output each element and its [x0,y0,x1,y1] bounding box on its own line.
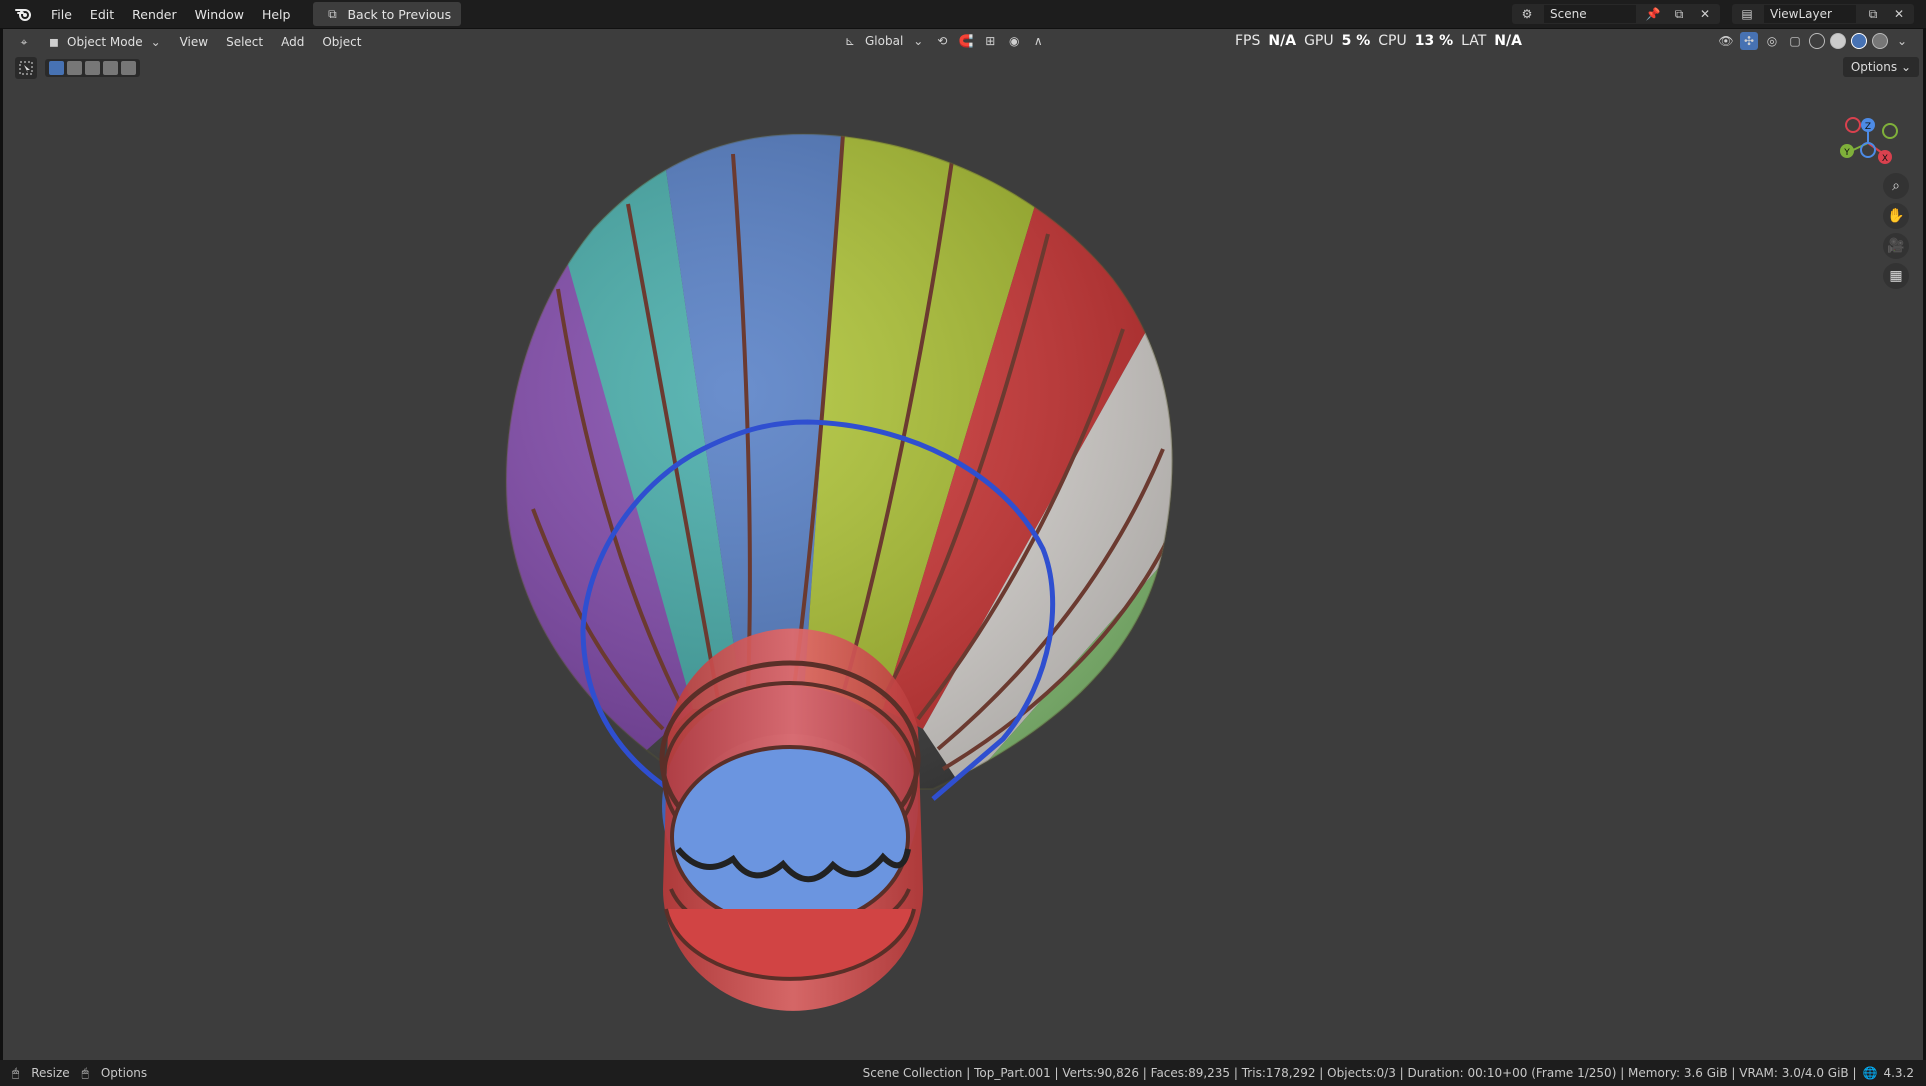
viewport-header: ⌖ ◼ Object Mode ⌄ View Select Add Object… [3,29,1923,55]
proportional-editing-icon[interactable]: ◉ [1005,32,1023,50]
viewlayer-selector[interactable]: ▤ ViewLayer ⧉ ✕ [1732,4,1914,24]
object-mode-label: Object Mode [67,35,143,49]
wireframe-shading-icon[interactable] [1809,33,1825,49]
select-difference-icon[interactable] [103,61,118,75]
camera-view-icon[interactable]: 🎥 [1883,233,1909,259]
falloff-icon[interactable]: ∧ [1029,32,1047,50]
menu-render[interactable]: Render [123,4,186,25]
menu-edit[interactable]: Edit [81,4,123,25]
xray-icon[interactable]: ▢ [1786,32,1804,50]
scene-icon: ⚙ [1521,7,1533,21]
mouse-left-icon: 🖱 [12,1065,20,1080]
chevron-down-icon: ⌄ [150,35,161,49]
screen-back-icon: ⧉ [328,6,337,21]
back-button-label: Back to Previous [347,6,452,22]
scene-name-field[interactable]: Scene [1544,5,1636,23]
delete-scene-icon[interactable]: ✕ [1696,5,1714,23]
navigation-gizmo[interactable]: Z Y X [1823,95,1913,185]
x-axis-label: X [1882,154,1888,164]
y-axis-label: Y [1843,148,1850,158]
viewport-scene[interactable] [3,29,1923,1060]
globe-icon: 🌐 [1862,1066,1878,1080]
gpu-label: GPU [1304,33,1334,49]
perspective-grid-icon[interactable]: ▦ [1883,263,1909,289]
fps-value: N/A [1268,33,1297,49]
menu-view[interactable]: View [171,33,217,51]
lat-label: LAT [1461,33,1487,49]
select-intersect-icon[interactable] [121,61,136,75]
options-dropdown[interactable]: Options ⌄ [1842,57,1919,77]
viewport-display-tools: 👁 ✣ ◎ ▢ ⌄ [1717,32,1911,50]
neg-z-axis-handle[interactable] [1860,142,1876,158]
transform-orientation-icon: ⊾ [844,34,856,48]
menu-add[interactable]: Add [272,33,313,51]
hot-air-balloon-model[interactable] [483,119,1203,1011]
cpu-value: 13 % [1414,33,1454,49]
neg-x-axis-handle[interactable] [1845,117,1861,133]
overlays-icon[interactable]: ◎ [1763,32,1781,50]
gpu-value: 5 % [1341,33,1371,49]
chevron-down-icon[interactable]: ⌄ [1893,32,1911,50]
selection-mode-buttons[interactable] [45,59,140,77]
status-hints: 🖱 Resize 🖱 Options [12,1066,147,1081]
select-subtract-icon[interactable] [85,61,100,75]
pan-hand-icon[interactable]: ✋ [1883,203,1909,229]
neg-y-axis-handle[interactable] [1882,123,1898,139]
options-hint: Options [100,1066,148,1080]
delete-viewlayer-icon[interactable]: ✕ [1890,5,1908,23]
menu-window[interactable]: Window [186,4,253,25]
z-axis-label: Z [1865,122,1871,132]
rendered-shading-icon[interactable] [1872,33,1888,49]
3d-viewport[interactable]: ⌖ ◼ Object Mode ⌄ View Select Add Object… [3,29,1923,1060]
balloon-mouth-ring [659,628,923,1011]
gizmo-toggle-icon[interactable]: ✣ [1740,32,1758,50]
editor-type-icon[interactable]: ⌖ [15,33,33,51]
scene-statistics: Scene Collection | Top_Part.001 | Verts:… [863,1060,1914,1086]
blender-logo-icon[interactable] [14,4,34,24]
menu-file[interactable]: File [42,4,81,25]
snap-icon[interactable]: 🧲 [957,32,975,50]
menu-object[interactable]: Object [313,33,370,51]
options-label: Options [1850,60,1898,74]
material-preview-icon[interactable] [1851,33,1867,49]
tool-settings-row [15,57,140,79]
visibility-icon[interactable]: 👁 [1717,32,1735,50]
object-mode-dropdown[interactable]: ◼ Object Mode ⌄ [39,31,171,53]
viewlayer-icon: ▤ [1741,7,1753,21]
fps-label: FPS [1235,33,1261,49]
mouse-right-icon: 🖱 [81,1065,89,1080]
object-mode-icon: ◼ [49,35,59,49]
select-new-icon[interactable] [49,61,64,75]
new-viewlayer-icon[interactable]: ⧉ [1864,5,1882,23]
snap-increment-icon[interactable]: ⊞ [981,32,999,50]
back-to-previous-button[interactable]: ⧉ Back to Previous [313,2,462,26]
transform-orientation-dropdown[interactable]: Global [865,34,903,48]
select-extend-icon[interactable] [67,61,82,75]
viewlayer-name-field[interactable]: ViewLayer [1764,5,1856,23]
scene-stats-text: Scene Collection | Top_Part.001 | Verts:… [862,1066,1857,1080]
performance-hud: FPS N/A GPU 5 % CPU 13 % LAT N/A [1235,29,1522,53]
version-label: 4.3.2 [1883,1066,1914,1080]
pivot-point-icon[interactable]: ⟲ [933,32,951,50]
top-right-controls: ⚙ Scene 📌 ⧉ ✕ ▤ ViewLayer ⧉ ✕ [1512,0,1926,28]
menu-help[interactable]: Help [253,4,300,25]
solid-shading-icon[interactable] [1830,33,1846,49]
cpu-label: CPU [1378,33,1407,49]
chevron-down-icon[interactable]: ⌄ [909,32,927,50]
pin-icon[interactable]: 📌 [1644,5,1662,23]
transform-tools: ⊾ Global ⌄ ⟲ 🧲 ⊞ ◉ ∧ [841,32,1047,50]
zoom-icon[interactable]: ⌕ [1883,173,1909,199]
new-scene-icon[interactable]: ⧉ [1670,5,1688,23]
resize-hint: Resize [31,1066,70,1080]
menu-select[interactable]: Select [217,33,272,51]
top-menu-bar: File Edit Render Window Help ⧉ Back to P… [0,0,1926,28]
scene-selector[interactable]: ⚙ Scene 📌 ⧉ ✕ [1512,4,1720,24]
select-tool-icon[interactable] [15,57,37,79]
status-bar: 🖱 Resize 🖱 Options Scene Collection | To… [0,1060,1926,1086]
lat-value: N/A [1494,33,1522,49]
